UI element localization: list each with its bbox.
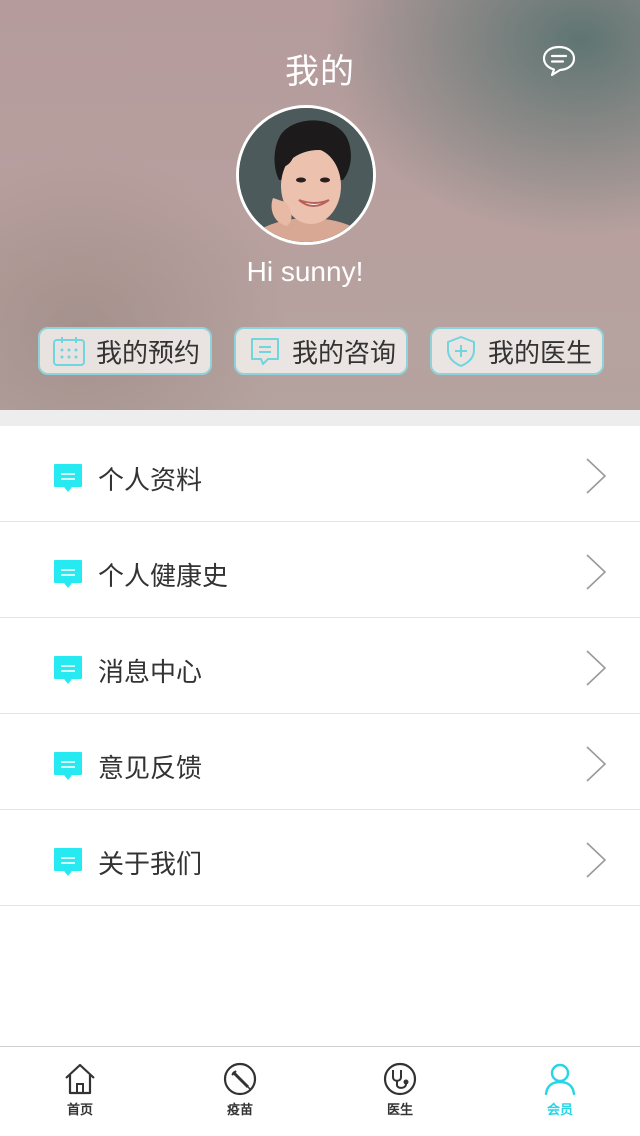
my-appointments-button[interactable]: 我的预约: [38, 327, 212, 375]
my-consultations-label: 我的咨询: [292, 338, 397, 369]
menu-list: 个人资料 个人健康史 消息中心 意见反馈 关于我们: [0, 426, 640, 906]
chat-bubble-icon[interactable]: [541, 44, 577, 78]
menu-item-label: 消息中心: [98, 658, 203, 688]
tab-member[interactable]: 会员: [480, 1047, 640, 1136]
bottom-tab-bar: 首页 疫苗 医生 会员: [0, 1046, 640, 1136]
shield-plus-icon: [447, 336, 475, 367]
my-doctors-button[interactable]: 我的医生: [430, 327, 604, 375]
menu-item-label: 关于我们: [98, 850, 203, 880]
my-appointments-label: 我的预约: [96, 338, 201, 369]
tab-home[interactable]: 首页: [0, 1047, 160, 1136]
tab-doctor[interactable]: 医生: [320, 1047, 480, 1136]
chat-icon: [251, 338, 279, 365]
chat-bubble-icon: [54, 656, 82, 684]
chevron-right-icon: [586, 842, 607, 878]
section-divider: [0, 410, 640, 426]
stethoscope-icon: [383, 1062, 417, 1096]
profile-header: 我的 Hi sunny! 我的预约 我的咨询 我的医生: [0, 0, 640, 410]
menu-item-about-us[interactable]: 关于我们: [0, 810, 640, 906]
chat-bubble-icon: [54, 848, 82, 876]
tab-label: 首页: [66, 1103, 93, 1118]
tab-label: 医生: [386, 1103, 413, 1118]
my-consultations-button[interactable]: 我的咨询: [234, 327, 408, 375]
chevron-right-icon: [586, 554, 607, 590]
chat-bubble-icon: [54, 752, 82, 780]
home-icon: [65, 1063, 95, 1095]
menu-item-profile[interactable]: 个人资料: [0, 426, 640, 522]
chevron-right-icon: [586, 650, 607, 686]
tab-label: 会员: [546, 1103, 573, 1118]
menu-item-label: 个人资料: [98, 466, 203, 496]
menu-item-health-history[interactable]: 个人健康史: [0, 522, 640, 618]
chevron-right-icon: [586, 458, 607, 494]
avatar[interactable]: [236, 105, 376, 245]
calendar-icon: [53, 337, 85, 366]
menu-item-label: 意见反馈: [98, 754, 203, 784]
my-doctors-label: 我的医生: [488, 338, 593, 369]
menu-item-feedback[interactable]: 意见反馈: [0, 714, 640, 810]
greeting-text: Hi sunny!: [246, 256, 364, 287]
tab-label: 疫苗: [226, 1103, 253, 1118]
tab-vaccine[interactable]: 疫苗: [160, 1047, 320, 1136]
chat-bubble-icon: [54, 464, 82, 492]
menu-item-label: 个人健康史: [98, 562, 229, 592]
syringe-icon: [223, 1062, 257, 1096]
menu-item-message-center[interactable]: 消息中心: [0, 618, 640, 714]
user-icon: [544, 1063, 576, 1096]
chat-bubble-icon: [54, 560, 82, 588]
chevron-right-icon: [586, 746, 607, 782]
